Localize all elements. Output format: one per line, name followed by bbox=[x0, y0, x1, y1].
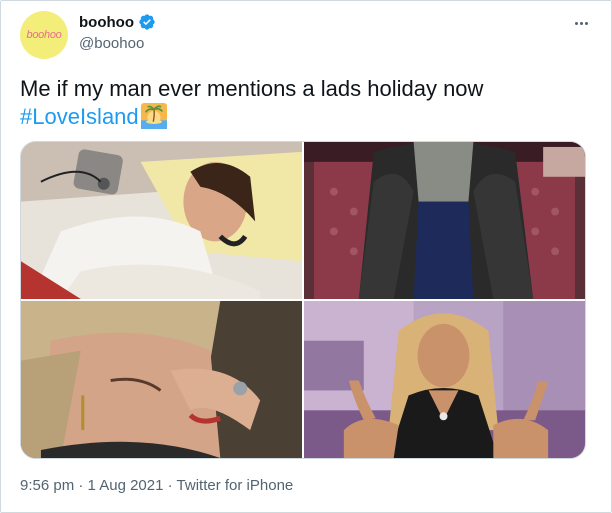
author-display-name[interactable]: boohoo bbox=[79, 14, 134, 31]
photo-tv-host-crying[interactable] bbox=[304, 301, 585, 458]
tweet-body: Me if my man ever mentions a lads holida… bbox=[20, 76, 484, 101]
photo-crying-in-bed[interactable] bbox=[21, 142, 302, 299]
avatar-logo-text: boohoo bbox=[26, 29, 62, 41]
photo-crying-blonde-woman[interactable] bbox=[21, 301, 302, 458]
tweet-metadata: 9:56 pm · 1 Aug 2021 · Twitter for iPhon… bbox=[20, 477, 293, 494]
verified-badge-icon bbox=[139, 14, 155, 30]
avatar[interactable]: boohoo bbox=[20, 11, 68, 59]
meta-separator-2: · bbox=[167, 477, 173, 494]
tweet-text: Me if my man ever mentions a lads holida… bbox=[20, 75, 590, 131]
island-emoji-icon bbox=[140, 103, 167, 129]
tweet-card: boohoo boohoo @boohoo Me if my man ever … bbox=[0, 0, 612, 513]
more-options-icon[interactable] bbox=[569, 13, 593, 33]
author-handle[interactable]: @boohoo bbox=[79, 35, 144, 52]
media-grid bbox=[20, 141, 586, 459]
hashtag-link[interactable]: #LoveIsland bbox=[20, 104, 139, 129]
photo-covering-face-on-throne[interactable] bbox=[304, 142, 585, 299]
author-name-row: boohoo bbox=[79, 13, 156, 31]
tweet-date[interactable]: 1 Aug 2021 bbox=[88, 477, 164, 494]
tweet-time[interactable]: 9:56 pm bbox=[20, 477, 74, 494]
meta-separator: · bbox=[78, 477, 84, 494]
tweet-source[interactable]: Twitter for iPhone bbox=[177, 477, 294, 494]
